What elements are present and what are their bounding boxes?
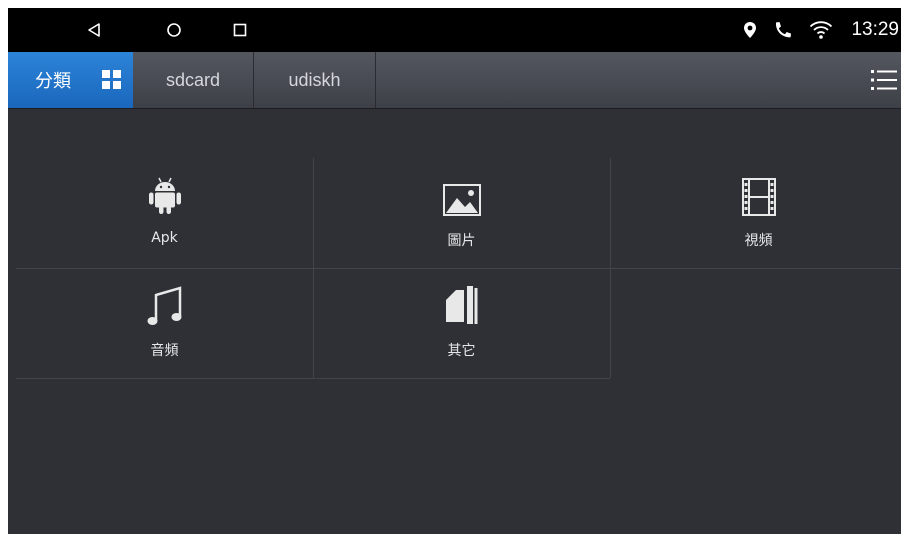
tab-category-label: 分類 [35,71,71,91]
tab-udisk-label: udiskh [288,69,341,90]
status-bar: 13:29 [8,8,901,52]
tab-sdcard-label: sdcard [165,69,221,90]
category-label: Apk [151,230,178,246]
category-grid: Apk 圖片 視頻 音頻 其它 [16,158,901,379]
tab-sdcard[interactable]: sdcard [133,52,254,108]
status-icons: 13:29 [727,8,901,52]
clock: 13:29 [851,19,899,40]
category-label: 其它 [447,343,476,359]
location-pin-icon [743,21,757,39]
grid-view-icon[interactable] [102,70,121,94]
phone-call-icon [773,21,793,39]
music-note-icon [147,282,183,326]
category-label: 視頻 [744,233,773,249]
menu-list-icon[interactable] [867,64,901,96]
android-icon [148,172,182,216]
recents-square-icon[interactable] [222,14,258,46]
category-apk[interactable]: Apk [16,158,313,268]
category-label: 音頻 [150,343,179,359]
wifi-icon [809,20,833,40]
tab-category[interactable]: 分類 [8,52,133,108]
category-label: 圖片 [447,233,476,249]
tab-udisk[interactable]: udiskh [254,52,376,108]
grid-divider [16,378,610,379]
category-other[interactable]: 其它 [313,268,610,378]
back-triangle-icon[interactable] [76,14,112,46]
category-audio[interactable]: 音頻 [16,268,313,378]
film-icon [741,172,776,216]
image-icon [442,172,481,216]
app-window: 13:29 分類 sdcard udiskh Apk 圖片 視頻 音頻 其它 [8,8,901,534]
category-video[interactable]: 視頻 [610,158,901,268]
tab-bar: 分類 sdcard udiskh [8,52,901,109]
documents-icon [445,282,478,326]
category-images[interactable]: 圖片 [313,158,610,268]
home-circle-icon[interactable] [156,14,192,46]
